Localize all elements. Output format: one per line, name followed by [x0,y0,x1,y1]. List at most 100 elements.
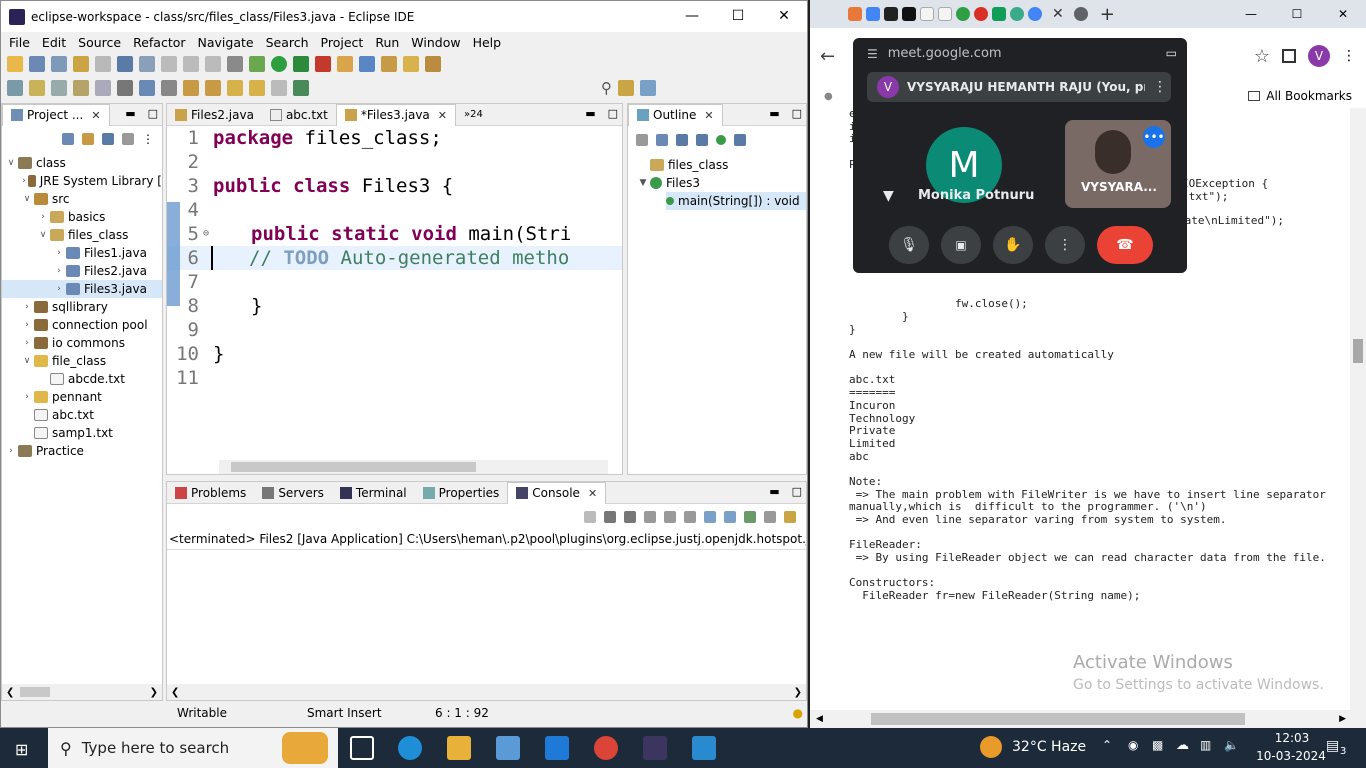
more-button[interactable]: ⋮ [1045,226,1085,264]
eclipse-icon[interactable] [643,736,667,760]
minimize-view-icon[interactable]: ▬ [585,107,595,120]
collapse-all-icon[interactable] [636,134,648,146]
cloud-icon[interactable]: ☁ [1176,738,1189,753]
network-icon[interactable]: ▩ [1152,738,1163,752]
more-options-icon[interactable]: ⋮ [1153,79,1167,95]
tree-item[interactable]: › basics [2,208,162,226]
paragraph-icon[interactable] [117,80,133,96]
tree-item[interactable]: ∨ files_class [2,226,162,244]
self-video-tile[interactable]: ••• VYSYARA... [1065,120,1171,208]
save-all-icon[interactable] [51,56,67,72]
chevron-right-icon[interactable]: › [4,442,18,460]
chevron-down-icon[interactable]: ∨ [20,190,34,208]
chevron-down-icon[interactable]: ∨ [4,154,18,172]
pin-console-icon[interactable] [744,511,756,523]
clock-time[interactable]: 12:03 [1264,731,1320,745]
chevron-right-icon[interactable]: › [52,280,66,298]
tab-terminal[interactable]: Terminal [332,482,415,504]
toggle-mark-icon[interactable] [7,80,23,96]
tile-more-icon[interactable]: ••• [1143,126,1165,148]
scroll-thumb[interactable] [20,687,51,697]
java-perspective-icon[interactable] [640,80,656,96]
terminate-icon[interactable] [584,511,596,523]
display-console-icon[interactable] [764,511,776,523]
notification-icon[interactable]: ▤ [1326,738,1339,754]
mic-button[interactable]: 🎙 [889,226,929,264]
tab-project-explorer[interactable]: Project ... ✕ [2,103,110,126]
tab-favicon-icon[interactable] [866,7,880,21]
hide-nonpublic-icon[interactable] [716,135,726,145]
tab-problems[interactable]: Problems [167,482,254,504]
menu-project[interactable]: Project [315,35,370,50]
tab-files2-java[interactable]: Files2.java [167,104,262,126]
console-icon[interactable] [117,56,133,72]
google-meet-icon[interactable] [992,7,1006,21]
outline-item-package[interactable]: files_class [636,156,806,174]
tab-favicon-icon[interactable] [902,7,916,21]
close-icon[interactable]: ✕ [588,487,597,500]
block-selection-icon[interactable] [51,80,67,96]
hide-static-icon[interactable] [696,134,708,146]
tree-item[interactable]: abcde.txt [2,370,162,388]
page-h-scrollbar[interactable]: ◀ ▶ [810,710,1350,728]
minimize-view-icon[interactable]: ▬ [769,485,779,498]
tab-favicon-icon[interactable] [848,7,862,21]
tree-item[interactable]: ∨ class [2,154,162,172]
open-task-icon[interactable] [403,56,419,72]
close-button[interactable]: ✕ [1320,7,1366,21]
back-to-tab-icon[interactable]: ▭ [1166,46,1177,60]
maximize-button[interactable]: ☐ [1274,7,1320,21]
pin-icon[interactable]: ▼ [883,188,894,204]
tab-favicon-icon[interactable] [1010,7,1024,21]
bookmark-favicon-icon[interactable]: ● [824,91,833,102]
chevron-down-icon[interactable]: ∨ [36,226,50,244]
chevron-right-icon[interactable]: › [20,334,34,352]
save-icon[interactable] [29,56,45,72]
skip-breakpoints-icon[interactable] [139,56,155,72]
word-wrap-icon[interactable] [684,511,696,523]
github-icon[interactable] [884,7,898,21]
chevron-up-icon[interactable]: ⌃ [1102,738,1112,752]
close-button[interactable]: ✕ [761,1,807,31]
profile-avatar[interactable]: V [1308,45,1330,67]
scroll-thumb[interactable] [870,713,1245,725]
outline-item-class[interactable]: ▼ Files3 [636,174,806,192]
scroll-lock-icon[interactable] [664,511,676,523]
show-stderr-icon[interactable] [724,511,736,523]
site-settings-icon[interactable]: ☰ [867,47,878,61]
menu-window[interactable]: Window [405,35,466,50]
search-icon[interactable]: ⚲ [601,79,612,97]
chrome-icon[interactable] [594,736,618,760]
tab-favicon-icon[interactable] [974,7,988,21]
microsoft-store-icon[interactable] [496,736,520,760]
tree-item[interactable]: abc.txt [2,406,162,424]
tree-item[interactable]: › JRE System Library [ [2,172,162,190]
pin-editor-icon[interactable] [293,80,309,96]
scroll-right-icon[interactable]: ▶ [1339,714,1350,724]
minimize-button[interactable]: — [669,1,715,31]
tree-item[interactable]: › Files3.java [2,280,162,298]
close-icon[interactable]: ✕ [438,109,447,122]
outline-item-method[interactable]: main(String[]) : void [666,192,806,210]
new-icon[interactable] [7,56,23,72]
menu-search[interactable]: Search [260,35,315,50]
show-whitespace-icon[interactable] [95,80,111,96]
google-icon[interactable] [1028,7,1042,21]
link-icon[interactable] [161,80,177,96]
new-java-project-icon[interactable] [337,56,353,72]
step-icon[interactable] [227,56,243,72]
fold-icon[interactable]: ⊖ [203,222,213,246]
collapse-all-icon[interactable] [62,133,74,145]
debug-icon[interactable] [249,56,265,72]
tab-abc-txt[interactable]: abc.txt [262,104,336,126]
scroll-left-icon[interactable]: ◀ [810,714,823,724]
tree-item[interactable]: › io commons [2,334,162,352]
chevron-right-icon[interactable]: › [52,244,66,262]
tree-item[interactable]: › sqllibrary [2,298,162,316]
menu-run[interactable]: Run [369,35,405,50]
wifi-icon[interactable]: ▥ [1200,738,1211,752]
link-editor-icon[interactable] [82,133,94,145]
tab-servers[interactable]: Servers [254,482,332,504]
menu-navigate[interactable]: Navigate [192,35,260,50]
weather-text[interactable]: 32°C Haze [1012,739,1086,755]
